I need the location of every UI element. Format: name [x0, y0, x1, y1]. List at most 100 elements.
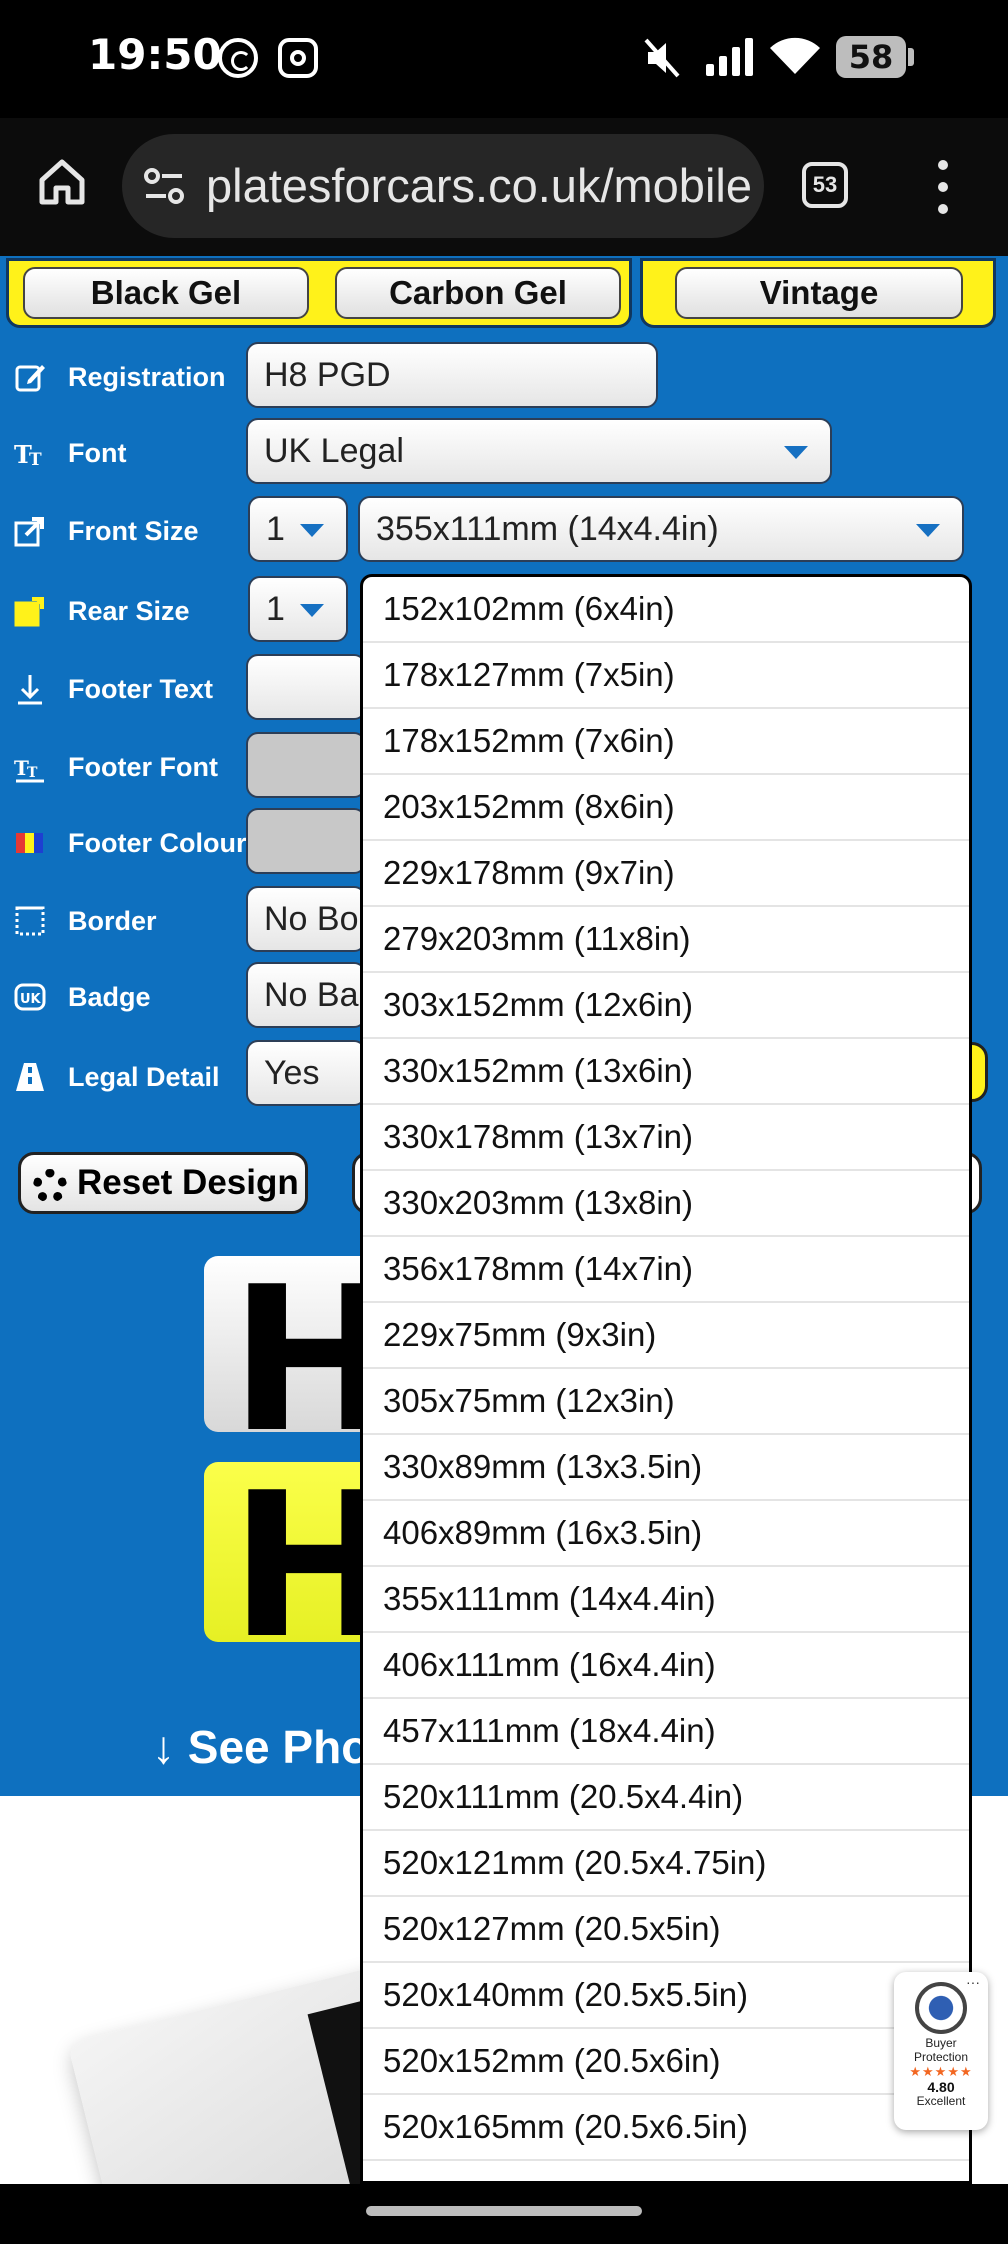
- size-option[interactable]: 406x111mm (16x4.4in): [363, 1633, 969, 1699]
- edit-icon: [15, 365, 45, 392]
- size-option[interactable]: 330x152mm (13x6in): [363, 1039, 969, 1105]
- size-option[interactable]: 520x111mm (20.5x4.4in): [363, 1765, 969, 1831]
- badge-select[interactable]: No Ba: [246, 962, 366, 1028]
- footer-text-input[interactable]: [246, 654, 366, 720]
- size-option[interactable]: 279x203mm (11x8in): [363, 907, 969, 973]
- address-bar[interactable]: platesforcars.co.uk/mobile: [122, 134, 764, 238]
- gear-icon: [33, 1169, 67, 1203]
- chevron-down-icon: [300, 604, 324, 617]
- rear-qty-value: 1: [266, 590, 285, 628]
- registration-row-label: Registration: [14, 352, 226, 402]
- tab-switcher-button[interactable]: 53: [802, 162, 848, 208]
- size-option[interactable]: 520x152mm (20.5x6in): [363, 2029, 969, 2095]
- registration-label: Registration: [68, 361, 226, 392]
- size-option[interactable]: 229x178mm (9x7in): [363, 841, 969, 907]
- rating-score: 4.80: [927, 2079, 955, 2095]
- size-option[interactable]: 406x89mm (16x3.5in): [363, 1501, 969, 1567]
- rear-size-icon: [14, 597, 44, 627]
- size-option[interactable]: 520x165mm (20.5x6.5in): [363, 2095, 969, 2161]
- mute-icon: [644, 38, 680, 78]
- rear-qty-select[interactable]: 1: [248, 576, 348, 642]
- instagram-icon: [278, 38, 318, 78]
- size-option[interactable]: 356x178mm (14x7in): [363, 1237, 969, 1303]
- tab-carbon-gel[interactable]: Carbon Gel: [335, 267, 621, 319]
- battery-icon: 58: [836, 36, 914, 78]
- front-qty-value: 1: [266, 510, 285, 548]
- registration-input[interactable]: H8 PGD: [246, 342, 658, 408]
- site-settings-icon[interactable]: [144, 168, 184, 204]
- font-select-value: UK Legal: [264, 432, 404, 470]
- status-time: 19:50: [88, 30, 222, 79]
- footer-font-select[interactable]: [246, 732, 366, 798]
- footer-text-row-label: Footer Text: [14, 664, 213, 714]
- url-text: platesforcars.co.uk/mobile: [206, 159, 752, 212]
- signal-icon: [706, 38, 756, 76]
- rear-size-label: Rear Size: [68, 595, 190, 626]
- size-option[interactable]: 203x152mm (8x6in): [363, 775, 969, 841]
- front-size-value: 355x111mm (14x4.4in): [376, 510, 719, 548]
- size-option[interactable]: 330x178mm (13x7in): [363, 1105, 969, 1171]
- see-photos-link[interactable]: ↓ See Pho: [152, 1720, 369, 1774]
- font-select[interactable]: UK Legal: [246, 418, 832, 484]
- chevron-down-icon: [300, 524, 324, 537]
- size-option[interactable]: 330x89mm (13x3.5in): [363, 1435, 969, 1501]
- style-tab-group: Black Gel Carbon Gel: [6, 258, 632, 328]
- border-select[interactable]: No Bo: [246, 886, 366, 952]
- battery-level: 58: [848, 38, 894, 76]
- border-icon: [15, 906, 45, 936]
- tab-count: 53: [812, 172, 838, 197]
- tab-black-gel[interactable]: Black Gel: [23, 267, 309, 319]
- home-icon[interactable]: [36, 156, 88, 208]
- size-option[interactable]: 457x111mm (18x4.4in): [363, 1699, 969, 1765]
- home-gesture-handle[interactable]: [366, 2206, 642, 2216]
- trusted-shops-badge[interactable]: ··· Buyer Protection ★★★★★ 4.80 Excellen…: [894, 1972, 988, 2130]
- reset-design-label: Reset Design: [77, 1163, 299, 1202]
- size-option[interactable]: 355x111mm (14x4.4in): [363, 1567, 969, 1633]
- size-option[interactable]: 303x152mm (12x6in): [363, 973, 969, 1039]
- border-row-label: Border: [14, 896, 157, 946]
- size-option[interactable]: 305x75mm (12x3in): [363, 1369, 969, 1435]
- size-option[interactable]: 330x203mm (13x8in): [363, 1171, 969, 1237]
- rear-size-row-label: Rear Size: [14, 586, 190, 636]
- front-size-select[interactable]: 355x111mm (14x4.4in): [358, 496, 964, 562]
- tab-vintage[interactable]: Vintage: [675, 267, 963, 319]
- browser-toolbar: platesforcars.co.uk/mobile 53: [0, 118, 1008, 256]
- border-label: Border: [68, 905, 157, 936]
- reset-design-button[interactable]: Reset Design: [18, 1152, 308, 1214]
- footer-font-label: Footer Font: [68, 751, 218, 782]
- footer-colour-select[interactable]: [246, 808, 366, 874]
- size-option[interactable]: 229x75mm (9x3in): [363, 1303, 969, 1369]
- size-option[interactable]: 178x152mm (7x6in): [363, 709, 969, 775]
- size-option[interactable]: 178x127mm (7x5in): [363, 643, 969, 709]
- road-icon: [16, 1063, 44, 1091]
- front-qty-select[interactable]: 1: [248, 496, 348, 562]
- arrow-down-icon: [18, 675, 42, 705]
- whatsapp-icon: [218, 38, 258, 78]
- colour-palette-icon: [16, 833, 43, 853]
- front-size-icon: [14, 517, 44, 547]
- status-bar: 19:50 58: [0, 0, 1008, 118]
- legal-detail-row-label: Legal Detail: [14, 1052, 220, 1102]
- chevron-down-icon: [784, 446, 808, 459]
- badge-label: Badge: [68, 981, 151, 1012]
- font-row-label: T T Font: [14, 428, 126, 478]
- legal-detail-label: Legal Detail: [68, 1061, 220, 1092]
- size-option[interactable]: 520x121mm (20.5x4.75in): [363, 1831, 969, 1897]
- footer-font-row-label: T T Footer Font: [14, 742, 218, 792]
- chevron-down-icon: [916, 524, 940, 537]
- svg-text:T: T: [27, 765, 38, 781]
- svg-text:T: T: [29, 450, 42, 469]
- size-option[interactable]: 152x102mm (6x4in): [363, 577, 969, 643]
- rear-size-dropdown-list[interactable]: 152x102mm (6x4in) 178x127mm (7x5in) 178x…: [360, 574, 972, 2184]
- more-icon[interactable]: ···: [966, 1974, 980, 1990]
- size-option[interactable]: 520x140mm (20.5x5.5in): [363, 1963, 969, 2029]
- more-menu-icon[interactable]: [938, 160, 950, 214]
- rating-stars: ★★★★★: [909, 2064, 973, 2079]
- front-size-label: Front Size: [68, 515, 199, 546]
- size-option[interactable]: 520x127mm (20.5x5in): [363, 1897, 969, 1963]
- svg-text:UK: UK: [20, 992, 42, 1007]
- uk-badge-icon: UK: [14, 983, 46, 1011]
- wifi-icon: [770, 37, 820, 74]
- legal-detail-select[interactable]: Yes: [246, 1040, 366, 1106]
- font-label: Font: [68, 437, 127, 468]
